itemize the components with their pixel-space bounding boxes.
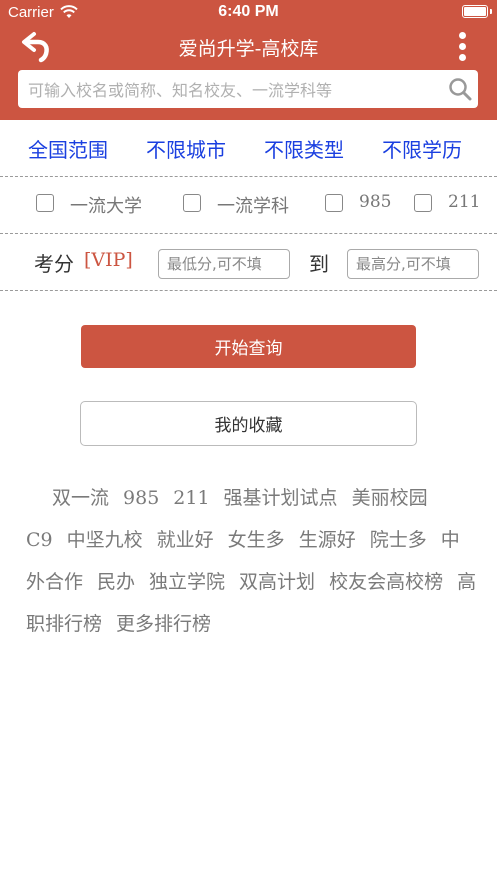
tag-cloud: 双一流 985 211 强基计划试点 美丽校园C9 中坚九校 就业好 女生多 生源好 院士多 中外合… — [26, 477, 478, 645]
tag-link[interactable]: 民办 — [97, 571, 135, 593]
tag-link[interactable]: 211 — [173, 487, 209, 509]
tag-link[interactable]: 独立学院 — [149, 571, 225, 593]
battery-icon — [462, 5, 492, 18]
search-input[interactable] — [26, 70, 440, 110]
more-menu-icon[interactable] — [459, 32, 467, 62]
app-header: Carrier 6:40 PM 爱尚升学-高校库 — [0, 0, 497, 120]
my-favorites-button[interactable]: 我的收藏 — [80, 401, 417, 446]
checkbox-box[interactable] — [414, 194, 432, 212]
checkbox-label: 一流学科 — [217, 196, 289, 217]
filter-type[interactable]: 不限类型 — [264, 134, 344, 163]
status-time: 6:40 PM — [218, 3, 279, 20]
filter-row: 全国范围 不限城市 不限类型 不限学历 — [0, 120, 497, 177]
status-bar: Carrier 6:40 PM — [0, 0, 497, 26]
score-row: 考分 [VIP] 到 — [0, 234, 497, 291]
checkbox-box[interactable] — [183, 194, 201, 212]
tag-link[interactable]: 生源好 — [299, 529, 356, 551]
filter-city[interactable]: 不限城市 — [146, 134, 226, 163]
tag-link[interactable]: 双一流 — [52, 487, 109, 509]
checkbox-box[interactable] — [325, 194, 343, 212]
max-score-input[interactable] — [347, 249, 479, 279]
tag-link[interactable]: 强基计划试点 — [224, 487, 338, 509]
checkbox-label: 985 — [359, 192, 392, 212]
filter-region[interactable]: 全国范围 — [28, 134, 108, 163]
tag-link[interactable]: C9 — [26, 529, 53, 551]
filter-education[interactable]: 不限学历 — [382, 134, 462, 163]
min-score-input[interactable] — [158, 249, 290, 279]
tag-link[interactable]: 院士多 — [370, 529, 427, 551]
score-label: 考分 — [34, 252, 74, 276]
range-to-label: 到 — [309, 252, 329, 276]
tag-link[interactable]: 双高计划 — [239, 571, 315, 593]
vip-badge[interactable]: [VIP] — [84, 249, 133, 271]
search-bar — [18, 70, 478, 110]
start-query-button[interactable]: 开始查询 — [81, 325, 416, 368]
page-title: 爱尚升学-高校库 — [178, 38, 319, 60]
tag-link[interactable]: 985 — [123, 487, 159, 509]
checkbox-box[interactable] — [36, 194, 54, 212]
tag-link[interactable]: 更多排行榜 — [116, 613, 211, 635]
checkbox-label: 211 — [448, 192, 481, 212]
tag-link[interactable]: 校友会高校榜 — [329, 571, 443, 593]
checkbox-label: 一流大学 — [70, 196, 142, 217]
tag-link[interactable]: 就业好 — [157, 529, 214, 551]
checkbox-row: 一流大学 一流学科 985 211 — [0, 177, 497, 234]
tag-link[interactable]: 中坚九校 — [67, 529, 143, 551]
tag-link[interactable]: 女生多 — [228, 529, 285, 551]
search-icon[interactable] — [448, 77, 472, 105]
tag-link[interactable]: 美丽校园 — [352, 487, 428, 509]
